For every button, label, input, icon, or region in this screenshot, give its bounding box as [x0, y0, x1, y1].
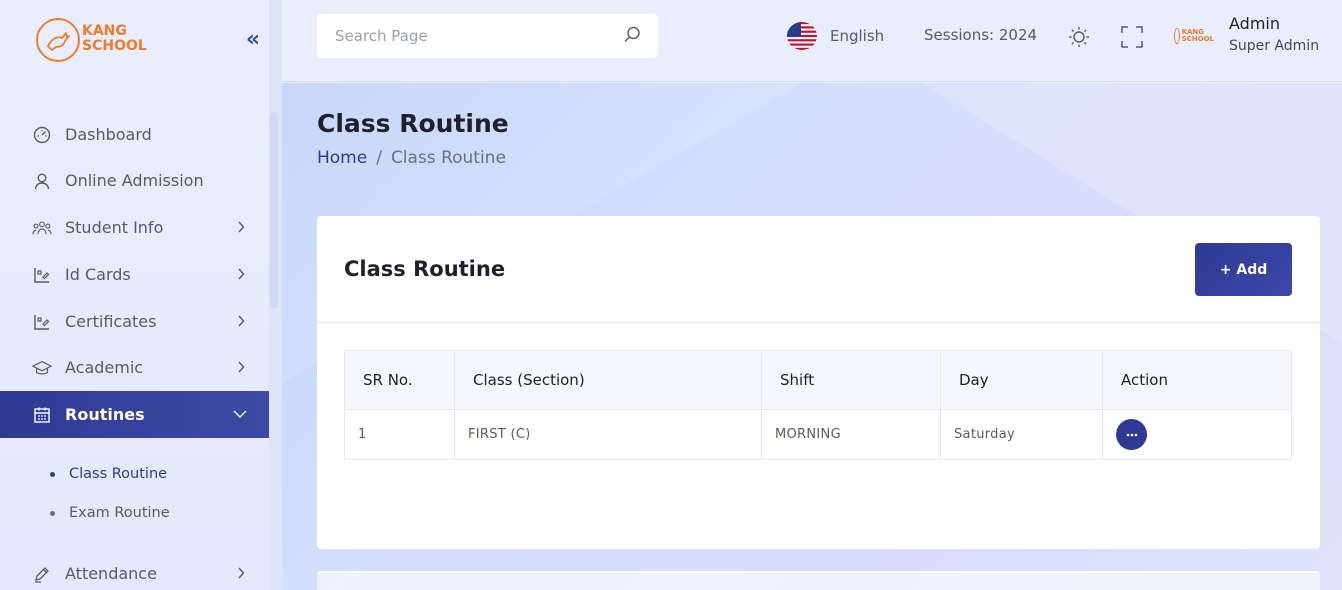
secondary-card	[317, 571, 1320, 590]
search-box[interactable]	[317, 14, 658, 58]
column-header-class-section: Class (Section)	[454, 350, 762, 410]
sidebar-item-label: Dashboard	[65, 125, 152, 144]
sidebar-item-label: Certificates	[65, 312, 157, 331]
ellipsis-icon	[1126, 433, 1137, 436]
sidebar-item-label: Student Info	[65, 218, 164, 237]
language-selector[interactable]: English	[787, 21, 884, 51]
more-actions-button[interactable]	[1116, 419, 1147, 450]
page-title: Class Routine	[317, 109, 509, 138]
chevron-right-icon	[237, 264, 247, 284]
certificate-icon	[32, 312, 52, 332]
user-role: Super Admin	[1229, 38, 1320, 54]
sidebar-subitem-exam-routine[interactable]: Exam Routine	[50, 501, 170, 525]
breadcrumb: Home / Class Routine	[317, 148, 506, 168]
chevron-right-icon	[237, 217, 247, 237]
avatar-logo-line2: SCHOOL	[1181, 35, 1214, 43]
cell-day: Saturday	[940, 409, 1103, 460]
sidebar-item-id-cards[interactable]: Id Cards	[0, 251, 269, 298]
us-flag-icon	[787, 22, 817, 50]
cell-action	[1102, 409, 1292, 460]
logo-line2: SCHOOL	[82, 38, 147, 54]
table-header-row: SR No. Class (Section) Shift Day Action	[344, 350, 1292, 410]
bullet-icon	[50, 510, 55, 516]
cell-class-section: FIRST (C)	[454, 409, 762, 460]
sidebar-item-label: Id Cards	[65, 265, 131, 284]
column-header-action: Action	[1102, 350, 1292, 410]
chevron-right-icon	[237, 563, 247, 583]
chevron-right-icon	[237, 311, 247, 331]
avatar-logo-text: KANG SCHOOL	[1182, 29, 1214, 43]
column-header-shift: Shift	[761, 350, 941, 410]
bullet-icon	[50, 471, 55, 477]
users-icon	[32, 218, 52, 238]
sidebar-item-label: Attendance	[65, 564, 157, 583]
table-row: 1 FIRST (C) MORNING Saturday	[344, 409, 1292, 460]
column-header-day: Day	[940, 350, 1103, 410]
card-header: Class Routine + Add	[317, 216, 1320, 323]
top-header: English Sessions: 2024 KANGSCHOOL Admin …	[282, 0, 1342, 82]
routine-table: SR No. Class (Section) Shift Day Action …	[344, 350, 1292, 460]
sidebar-item-student-info[interactable]: Student Info	[0, 204, 269, 251]
speedometer-icon	[32, 125, 52, 145]
breadcrumb-home-link[interactable]: Home	[317, 148, 367, 168]
school-logo[interactable]: KANG SCHOOL	[36, 16, 156, 64]
sidebar-item-label: Academic	[65, 358, 144, 377]
session-label[interactable]: Sessions: 2024	[924, 26, 1037, 44]
sun-icon[interactable]	[1067, 25, 1091, 49]
sidebar-item-attendance[interactable]: Attendance	[0, 550, 269, 590]
language-label: English	[830, 27, 885, 45]
sidebar-scrollbar[interactable]	[270, 112, 278, 308]
chevron-down-icon	[233, 404, 247, 424]
search-icon[interactable]	[622, 25, 642, 49]
column-header-sr-no: SR No.	[344, 350, 455, 410]
kangaroo-icon	[1174, 28, 1180, 44]
sidebar-item-label: Routines	[65, 405, 145, 424]
cell-shift: MORNING	[761, 409, 941, 460]
search-input[interactable]	[335, 16, 625, 56]
sidebar-subitem-label: Exam Routine	[69, 505, 170, 521]
user-name[interactable]: Admin	[1229, 14, 1280, 33]
sidebar-item-academic[interactable]: Academic	[0, 344, 269, 391]
avatar[interactable]: KANG SCHOOL	[1174, 26, 1214, 46]
sidebar-subitem-label: Class Routine	[69, 466, 168, 482]
graduation-cap-icon	[32, 358, 52, 378]
calendar-icon	[32, 405, 52, 425]
sidebar-item-dashboard[interactable]: Dashboard	[0, 111, 269, 158]
sidebar: KANG SCHOOL « Dashboard Online Admission…	[0, 0, 269, 590]
sidebar-item-routines[interactable]: Routines	[0, 391, 269, 438]
sidebar-item-label: Online Admission	[65, 171, 204, 190]
breadcrumb-current: Class Routine	[390, 148, 506, 168]
breadcrumb-separator: /	[376, 148, 382, 168]
logo-line1: KANG	[82, 23, 127, 39]
cell-sr-no: 1	[344, 409, 455, 460]
fullscreen-icon[interactable]	[1120, 25, 1144, 49]
chevron-right-icon	[237, 357, 247, 377]
sidebar-item-online-admission[interactable]: Online Admission	[0, 157, 269, 204]
card-title: Class Routine	[344, 257, 506, 281]
user-icon	[32, 171, 52, 191]
kangaroo-icon	[36, 18, 80, 62]
collapse-sidebar-button[interactable]: «	[240, 28, 266, 54]
sidebar-subitem-class-routine[interactable]: Class Routine	[50, 462, 167, 486]
card-icon	[32, 265, 52, 285]
logo-text: KANG SCHOOL	[82, 24, 147, 54]
class-routine-card: Class Routine + Add SR No. Class (Sectio…	[317, 216, 1320, 549]
add-button[interactable]: + Add	[1195, 243, 1292, 296]
sidebar-item-certificates[interactable]: Certificates	[0, 298, 269, 345]
pen-icon	[32, 564, 52, 584]
